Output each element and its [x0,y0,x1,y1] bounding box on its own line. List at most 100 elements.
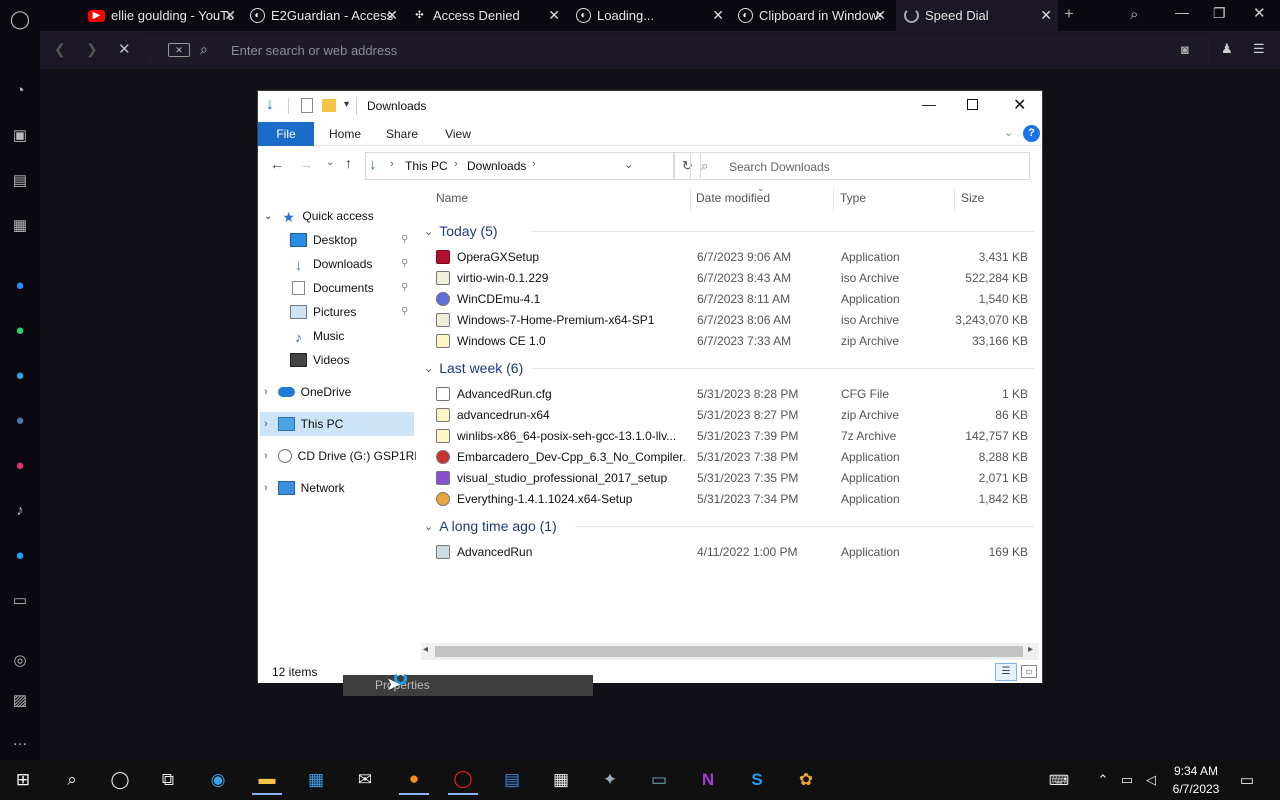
whatsapp-icon[interactable]: ● [8,318,32,342]
quick-access-toolbar-dropdown-icon[interactable]: ▾ [344,99,349,110]
column-type[interactable]: Type [840,191,866,205]
nav-cd-drive[interactable]: › CD Drive (G:) GSP1RM [264,444,416,468]
large-icons-view-icon[interactable]: ▭ [1021,665,1037,678]
start-button-icon[interactable]: ⊞ [8,765,38,795]
back-icon[interactable]: ❮ [54,41,66,58]
notifications-icon[interactable]: ▭ [1232,765,1262,795]
task-view-icon[interactable]: ⧉ [153,765,183,795]
nav-this-pc[interactable]: › This PC [260,412,414,436]
file-row[interactable]: visual_studio_professional_2017_setup 5/3… [424,468,1034,489]
horizontal-scrollbar[interactable]: ◂ ▸ [421,643,1039,660]
store-icon[interactable]: ▦ [301,765,331,795]
gx-control-icon[interactable]: ◔ [8,78,32,102]
column-name[interactable]: Name [436,191,468,205]
tab-speed-dial[interactable]: Speed Dial ✕ [896,0,1058,31]
clock-date[interactable]: 6/7/2023 [1166,782,1226,796]
file-row[interactable]: Everything-1.4.1.1024.x64-Setup 5/31/2023… [424,489,1034,510]
scrollbar-thumb[interactable] [435,646,1023,657]
nav-pictures[interactable]: Pictures ⚲ [290,300,418,324]
telegram-icon[interactable]: ● [8,363,32,387]
clock-time[interactable]: 9:34 AM [1166,764,1226,778]
easy-setup-icon[interactable]: ☰ [1253,41,1265,57]
twitter-icon[interactable]: ● [8,543,32,567]
file-row[interactable]: virtio-win-0.1.229 6/7/2023 8:43 AM iso Ar… [424,268,1034,289]
close-icon[interactable]: ✕ [874,7,886,24]
address-dropdown-icon[interactable]: ⌄ [624,158,633,171]
calculator-icon[interactable]: ▤ [497,765,527,795]
pin-icon[interactable]: ⚲ [401,282,408,293]
pin-icon[interactable]: ⚲ [401,258,408,269]
gallery-icon[interactable]: ▨ [8,688,32,712]
file-row[interactable]: AdvancedRun 4/11/2022 1:00 PM Application 1… [424,542,1034,563]
messenger-icon[interactable]: ● [8,273,32,297]
search-placeholder[interactable]: Search Downloads [729,160,830,174]
forward-icon[interactable]: ❯ [86,41,98,58]
nav-documents[interactable]: Documents ⚲ [290,276,418,300]
calendar-icon[interactable]: ▦ [546,765,576,795]
tab-home[interactable]: Home [320,122,370,146]
file-row[interactable]: advancedrun-x64 5/31/2023 8:27 PM zip Arch… [424,405,1034,426]
scroll-left-icon[interactable]: ◂ [423,644,428,655]
gx-corner-icon[interactable]: ▣ [8,123,32,147]
stop-loading-icon[interactable]: ✕ [118,40,131,58]
tab-file[interactable]: File [258,122,314,146]
satellite-icon[interactable]: ✦ [595,765,625,795]
file-row[interactable]: Windows CE 1.0 6/7/2023 7:33 AM zip Archiv… [424,331,1034,352]
scroll-right-icon[interactable]: ▸ [1028,644,1033,655]
twitch-icon[interactable]: ▤ [8,168,32,192]
tab-youtube[interactable]: ▶ ellie goulding - YouTube ✕ [80,0,242,31]
file-row[interactable]: OperaGXSetup 6/7/2023 9:06 AM Application 3… [424,247,1034,268]
opera-gx-icon[interactable]: ◯ [448,765,478,795]
group-header-last-week[interactable]: ⌄ Last week (6) [424,357,523,379]
forward-icon[interactable]: → [299,156,313,172]
explorer-titlebar[interactable]: ↓ ▾ Downloads — ✕ [258,91,1042,122]
tab-access-denied[interactable]: ✣ Access Denied ✕ [404,0,566,31]
player-icon[interactable]: ▦ [8,213,32,237]
chevron-right-icon[interactable]: › [264,418,268,430]
file-row[interactable]: Embarcadero_Dev-Cpp_6.3_No_Compiler... 5/… [424,447,1034,468]
nav-downloads[interactable]: ↓ Downloads ⚲ [290,252,418,276]
keyboard-icon[interactable]: ⌨ [1044,765,1074,795]
pin-icon[interactable]: ⚲ [401,234,408,245]
discord-icon[interactable]: ▭ [8,588,32,612]
search-box[interactable]: ⌕ Search Downloads [690,152,1030,180]
paint-icon[interactable]: ✿ [791,765,821,795]
pin-icon[interactable]: ⚲ [401,306,408,317]
cortana-icon[interactable]: ◯ [105,765,135,795]
edge-icon[interactable]: ◉ [203,765,233,795]
tab-view[interactable]: View [434,122,482,146]
expand-ribbon-icon[interactable]: ⌄ [1004,126,1013,139]
back-icon[interactable]: ← [270,156,284,172]
new-folder-icon[interactable] [322,99,336,112]
instagram-icon[interactable]: ● [8,453,32,477]
minimize-icon[interactable]: — [922,96,936,112]
camera-icon[interactable]: ◙ [1181,42,1189,57]
up-icon[interactable]: ↑ [345,155,352,171]
group-header-long-time-ago[interactable]: ⌄ A long time ago (1) [424,515,557,537]
new-tab-icon[interactable]: + [1064,4,1074,24]
breadcrumb-downloads[interactable]: Downloads [467,159,526,173]
file-row[interactable]: winlibs-x86_64-posix-seh-gcc-13.1.0-llv.… [424,426,1034,447]
properties-icon[interactable] [301,98,313,113]
file-row[interactable]: AdvancedRun.cfg 5/31/2023 8:28 PM CFG File… [424,384,1034,405]
nav-quick-access[interactable]: ⌄ ★ Quick access [264,204,374,228]
close-icon[interactable]: ✕ [386,7,398,24]
file-row[interactable]: Windows-7-Home-Premium-x64-SP1 6/7/2023 8… [424,310,1034,331]
search-tabs-icon[interactable]: ⌕ [1130,6,1138,23]
mail-icon[interactable]: ✉ [350,765,380,795]
tab-e2guardian[interactable]: ◐ E2Guardian - Access Denied ✕ [242,0,404,31]
nav-desktop[interactable]: Desktop ⚲ [290,228,418,252]
chevron-right-icon[interactable]: › [264,450,268,462]
vk-icon[interactable]: ● [8,408,32,432]
column-date-modified[interactable]: Date modified [696,191,770,205]
tab-share[interactable]: Share [378,122,426,146]
remote-desktop-icon[interactable]: ▭ [644,765,674,795]
close-window-icon[interactable]: ✕ [1253,4,1266,22]
chevron-down-icon[interactable]: ⌄ [264,211,272,222]
recent-locations-icon[interactable]: ⌄ [326,157,334,168]
close-icon[interactable]: ✕ [1040,7,1052,24]
opera-logo-icon[interactable]: ◯ [8,7,32,31]
file-row[interactable]: WinCDEmu-4.1 6/7/2023 8:11 AM Application 1… [424,289,1034,310]
tiktok-icon[interactable]: ♪ [8,498,32,522]
onenote-icon[interactable]: N [693,765,723,795]
